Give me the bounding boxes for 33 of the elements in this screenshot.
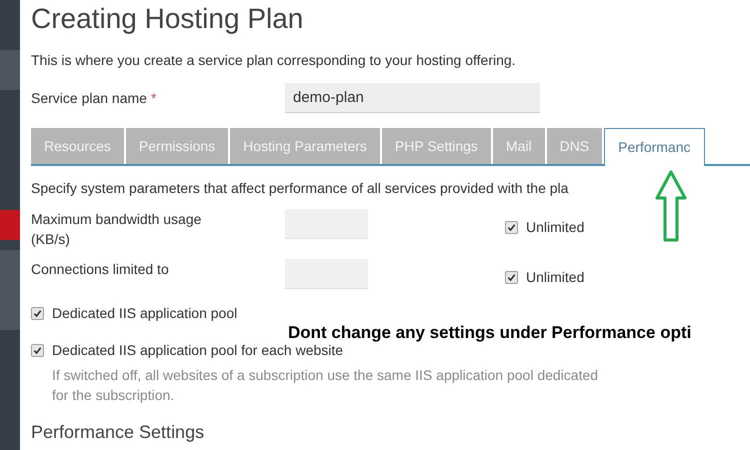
- field-label: Connections limited to: [31, 260, 170, 279]
- tab[interactable]: Resources: [31, 128, 124, 164]
- hint-text: If switched off, all websites of a subscription use the same IIS application pool dedicated for the subscription.: [52, 366, 600, 405]
- plan-name-field[interactable]: demo-plan: [285, 83, 540, 113]
- limit-field[interactable]: [285, 209, 368, 239]
- checkmark-icon: [507, 273, 516, 282]
- limit-field[interactable]: [285, 259, 368, 289]
- checkbox-label: Dedicated IIS application pool: [52, 304, 238, 323]
- checkbox[interactable]: [505, 221, 518, 234]
- tab[interactable]: Hosting Parameters: [230, 128, 380, 164]
- annotation-text: Dont change any settings under Performance opti: [288, 322, 692, 344]
- checkmark-icon: [507, 223, 516, 232]
- tab[interactable]: Performanc: [604, 128, 704, 166]
- page-title: Creating Hosting Plan: [31, 2, 304, 36]
- checkbox-label: Dedicated IIS application pool for each website: [52, 342, 344, 360]
- description-text: Specify system parameters that affect performance of all services provided with the pla: [31, 179, 570, 198]
- checkbox-label: Unlimited: [526, 218, 584, 237]
- tab[interactable]: DNS: [546, 128, 602, 164]
- required-mark: *: [150, 88, 156, 108]
- checkmark-icon: [33, 309, 42, 318]
- tab[interactable]: PHP Settings: [382, 128, 491, 164]
- checkbox[interactable]: [505, 271, 518, 284]
- checkbox[interactable]: [31, 344, 44, 357]
- section-heading: Performance Settings: [31, 421, 206, 444]
- checkmark-icon: [33, 346, 42, 355]
- field-label: Service plan name: [31, 88, 147, 108]
- field-label: Maximum bandwidth usage (KB/s): [31, 210, 202, 249]
- tab[interactable]: Permissions: [126, 128, 228, 164]
- checkbox[interactable]: [31, 307, 44, 320]
- arrow-up-icon: [655, 170, 687, 242]
- tab[interactable]: Mail: [492, 128, 545, 164]
- intro-text: This is where you create a service plan corresponding to your hosting offering.: [31, 51, 517, 70]
- checkbox-label: Unlimited: [526, 268, 584, 287]
